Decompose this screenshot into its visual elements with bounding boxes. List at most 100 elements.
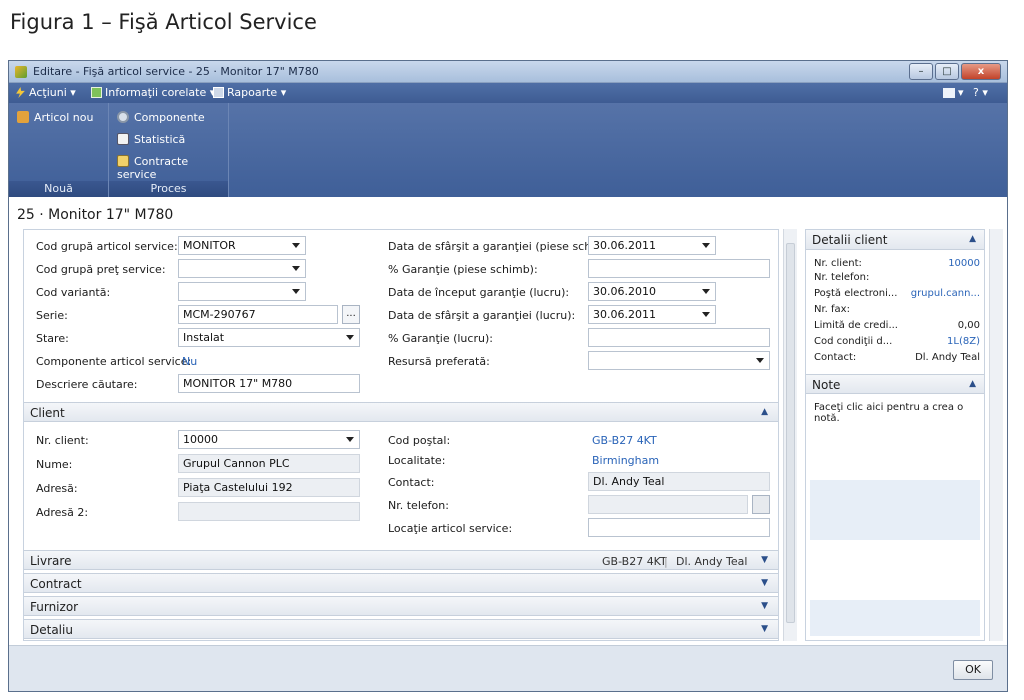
customer-no-value: 10000	[183, 433, 218, 446]
status-label: Stare:	[36, 332, 69, 345]
customer-details-title: Detalii client	[812, 233, 888, 247]
contract-fasttab-title: Contract	[30, 577, 82, 591]
shipping-fasttab-header[interactable]: Livrare GB-B27 4KT | Dl. Andy Teal ▼	[24, 550, 778, 570]
variant-field[interactable]	[178, 282, 306, 301]
warranty-pct-labor-field[interactable]	[588, 328, 770, 347]
ok-button[interactable]: OK	[953, 660, 993, 680]
chevron-down-icon	[702, 312, 710, 317]
menu-reports[interactable]: Rapoarte ▾	[213, 86, 286, 99]
search-description-field[interactable]: MONITOR 17" M780	[178, 374, 360, 393]
location-label: Locaţie articol service:	[388, 522, 513, 535]
scrollbar-thumb[interactable]	[786, 243, 795, 623]
fb-credit-label: Limită de credi...	[814, 320, 898, 331]
window-title: Editare - Fişă articol service - 25 · Mo…	[33, 65, 319, 78]
warranty-start-labor-value: 30.06.2010	[593, 285, 656, 298]
detail-fasttab-header[interactable]: Detaliu ▼	[24, 619, 778, 639]
city-link[interactable]: Birmingham	[592, 454, 659, 467]
warranty-pct-parts-field[interactable]	[588, 259, 770, 278]
components-button[interactable]: Componente	[117, 111, 205, 124]
chevron-down-icon: ▼	[761, 624, 768, 634]
fb-terms-value[interactable]: 1L(8Z)	[947, 336, 980, 347]
customer-details-header[interactable]: Detalii client ▲	[806, 230, 984, 250]
search-description-label: Descriere căutare:	[36, 378, 138, 391]
fb-payment-terms: Cod condiţii d... 1L(8Z)	[814, 336, 980, 349]
postcode-label: Cod poştal:	[388, 434, 451, 447]
new-item-button[interactable]: Articol nou	[17, 111, 93, 124]
warranty-pct-parts-label: % Garanţie (piese schimb):	[388, 263, 538, 276]
menu-related-info[interactable]: Informaţii corelate ▾	[91, 86, 215, 99]
notes-area[interactable]	[810, 480, 980, 540]
service-contracts-button[interactable]: Contracte service	[117, 155, 228, 181]
fb-contact-label: Contact:	[814, 352, 857, 363]
serial-field[interactable]: MCM-290767	[178, 305, 338, 324]
chevron-up-icon: ▲	[761, 407, 768, 417]
client-fasttab-title: Client	[30, 406, 65, 420]
chevron-down-icon: ▼	[761, 578, 768, 588]
menu-actions-label: Acţiuni ▾	[29, 86, 76, 99]
shipping-fasttab-title: Livrare	[30, 554, 72, 568]
serial-label: Serie:	[36, 309, 68, 322]
warranty-end-labor-field[interactable]: 30.06.2011	[588, 305, 716, 324]
fb-customer-no-value[interactable]: 10000	[948, 258, 980, 269]
preferred-resource-label: Resursă preferată:	[388, 355, 490, 368]
city-label: Localitate:	[388, 454, 446, 467]
postcode-link[interactable]: GB-B27 4KT	[592, 434, 657, 447]
address-label: Adresă:	[36, 482, 78, 495]
menu-reports-label: Rapoarte ▾	[227, 86, 287, 99]
notes-header[interactable]: Note ▲	[806, 374, 984, 394]
statistics-button[interactable]: Statistică	[117, 133, 185, 146]
components-icon	[117, 111, 129, 123]
help-icon: ? ▾	[973, 86, 988, 99]
warranty-end-labor-label: Data de sfârşit a garanţiei (lucru):	[388, 309, 576, 322]
location-field[interactable]	[588, 518, 770, 537]
fb-email-value[interactable]: grupul.cann...	[911, 288, 980, 299]
service-item-card-window: Editare - Fişă articol service - 25 · Mo…	[8, 60, 1008, 692]
search-description-value: MONITOR 17" M780	[183, 377, 293, 390]
notes-hint[interactable]: Faceţi clic aici pentru a crea o notă.	[814, 402, 980, 424]
chevron-down-icon	[346, 437, 354, 442]
fb-fax: Nr. fax:	[814, 304, 980, 317]
service-price-group-field[interactable]	[178, 259, 306, 278]
customer-name-field: Grupul Cannon PLC	[178, 454, 360, 473]
service-item-group-field[interactable]: MONITOR	[178, 236, 306, 255]
warranty-end-parts-field[interactable]: 30.06.2011	[588, 236, 716, 255]
fb-contact-value: Dl. Andy Teal	[915, 352, 980, 363]
warranty-pct-labor-label: % Garanţie (lucru):	[388, 332, 493, 345]
address2-field	[178, 502, 360, 521]
warranty-end-labor-value: 30.06.2011	[593, 308, 656, 321]
related-info-icon	[91, 87, 102, 98]
vendor-fasttab-header[interactable]: Furnizor ▼	[24, 596, 778, 616]
preferred-resource-field[interactable]	[588, 351, 770, 370]
components-label: Componente articol service:	[36, 355, 192, 368]
factbox-scrollbar[interactable]	[989, 229, 1003, 641]
customer-no-label: Nr. client:	[36, 434, 89, 447]
layout-menu[interactable]: ▾	[943, 86, 964, 99]
serial-lookup-button[interactable]: ...	[342, 305, 360, 324]
fb-credit-value: 0,00	[957, 320, 980, 331]
help-menu[interactable]: ? ▾	[973, 86, 988, 99]
ribbon-group-new: Articol nou Nouă	[9, 103, 109, 197]
notes-title: Note	[812, 378, 841, 392]
client-fasttab-header[interactable]: Client ▲	[24, 402, 778, 422]
contract-fasttab-header[interactable]: Contract ▼	[24, 573, 778, 593]
main-scrollbar[interactable]	[783, 229, 797, 641]
warranty-start-labor-field[interactable]: 30.06.2010	[588, 282, 716, 301]
fb-fax-label: Nr. fax:	[814, 304, 850, 315]
components-link[interactable]: Nu	[182, 355, 197, 368]
app-icon	[15, 66, 27, 78]
close-button[interactable]: x	[961, 63, 1001, 80]
customer-no-field[interactable]: 10000	[178, 430, 360, 449]
shipping-summary-postcode: GB-B27 4KT	[602, 555, 667, 568]
phone-dial-icon[interactable]	[752, 495, 770, 514]
status-field[interactable]: Instalat	[178, 328, 360, 347]
menu-actions[interactable]: Acţiuni ▾	[15, 86, 76, 99]
statistics-label: Statistică	[134, 133, 186, 146]
chevron-down-icon	[702, 243, 710, 248]
menu-bar: Acţiuni ▾ Informaţii corelate ▾ Rapoarte…	[9, 83, 1007, 103]
group-process-label: Proces	[109, 181, 228, 197]
new-item-icon	[17, 111, 29, 123]
maximize-button[interactable]: □	[935, 63, 959, 80]
minimize-button[interactable]: –	[909, 63, 933, 80]
phone-field	[588, 495, 748, 514]
lightning-icon	[16, 87, 25, 98]
